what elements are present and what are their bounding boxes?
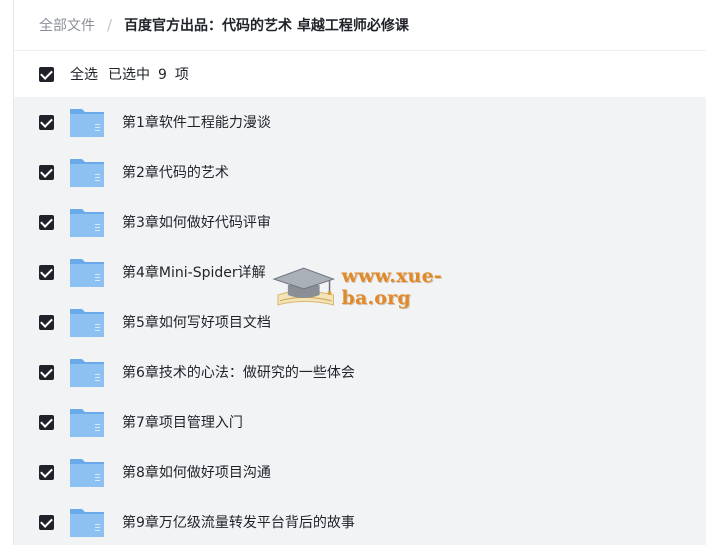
selected-suffix: 项 (174, 67, 189, 83)
file-name[interactable]: 第8章如何做好项目沟通 (122, 462, 271, 482)
file-row[interactable]: 第3章如何做好代码评审 (14, 197, 706, 247)
selected-count: 9 (158, 67, 167, 83)
breadcrumb: 全部文件 / 百度官方出品：代码的艺术 卓越工程师必修课 (14, 0, 706, 51)
file-name[interactable]: 第3章如何做好代码评审 (122, 212, 271, 232)
file-name[interactable]: 第2章代码的艺术 (122, 162, 229, 182)
file-row[interactable]: 第8章如何做好项目沟通 (14, 447, 706, 497)
folder-icon (70, 409, 104, 437)
selection-bar: 全选 已选中 9 项 (14, 51, 706, 97)
row-checkbox[interactable] (39, 364, 54, 380)
folder-icon (70, 359, 104, 387)
folder-icon (70, 309, 104, 337)
folder-icon (70, 109, 104, 137)
folder-icon (70, 209, 104, 237)
watermark-text: www.xue-ba.org (341, 265, 442, 309)
breadcrumb-root-link[interactable]: 全部文件 (39, 15, 95, 35)
file-name[interactable]: 第7章项目管理入门 (122, 412, 243, 432)
breadcrumb-current-folder: 百度官方出品：代码的艺术 卓越工程师必修课 (124, 18, 409, 34)
file-name[interactable]: 第5章如何写好项目文档 (122, 312, 271, 332)
row-checkbox[interactable] (39, 414, 54, 430)
file-row[interactable]: 第1章软件工程能力漫谈 (14, 97, 706, 147)
file-row[interactable]: 第6章技术的心法：做研究的一些体会 (14, 347, 706, 397)
file-name[interactable]: 第4章Mini-Spider详解 (122, 262, 266, 282)
file-row[interactable]: 第9章万亿级流量转发平台背后的故事 (14, 497, 706, 545)
file-row[interactable]: 第7章项目管理入门 (14, 397, 706, 447)
breadcrumb-separator: / (107, 16, 113, 34)
row-checkbox[interactable] (39, 264, 54, 280)
file-row[interactable]: 第2章代码的艺术 (14, 147, 706, 197)
folder-icon (70, 159, 104, 187)
row-checkbox[interactable] (39, 114, 54, 130)
row-checkbox[interactable] (39, 214, 54, 230)
folder-icon (70, 509, 104, 537)
select-all-checkbox[interactable] (39, 66, 54, 82)
watermark: www.xue-ba.org (270, 257, 510, 317)
selected-status: 已选中 9 项 (108, 64, 189, 84)
row-checkbox[interactable] (39, 514, 54, 530)
row-checkbox[interactable] (39, 314, 54, 330)
file-name[interactable]: 第9章万亿级流量转发平台背后的故事 (122, 512, 355, 532)
selected-prefix: 已选中 (108, 67, 150, 83)
folder-icon (70, 459, 104, 487)
graduation-cap-book-icon (272, 267, 336, 306)
select-all-label[interactable]: 全选 (70, 64, 98, 84)
row-checkbox[interactable] (39, 464, 54, 480)
file-name[interactable]: 第6章技术的心法：做研究的一些体会 (122, 362, 355, 382)
file-name[interactable]: 第1章软件工程能力漫谈 (122, 112, 271, 132)
file-list: 第1章软件工程能力漫谈 第2章代码的艺术 第3章如何做好代码评审 第4章Mini… (14, 97, 706, 545)
folder-icon (70, 259, 104, 287)
row-checkbox[interactable] (39, 164, 54, 180)
